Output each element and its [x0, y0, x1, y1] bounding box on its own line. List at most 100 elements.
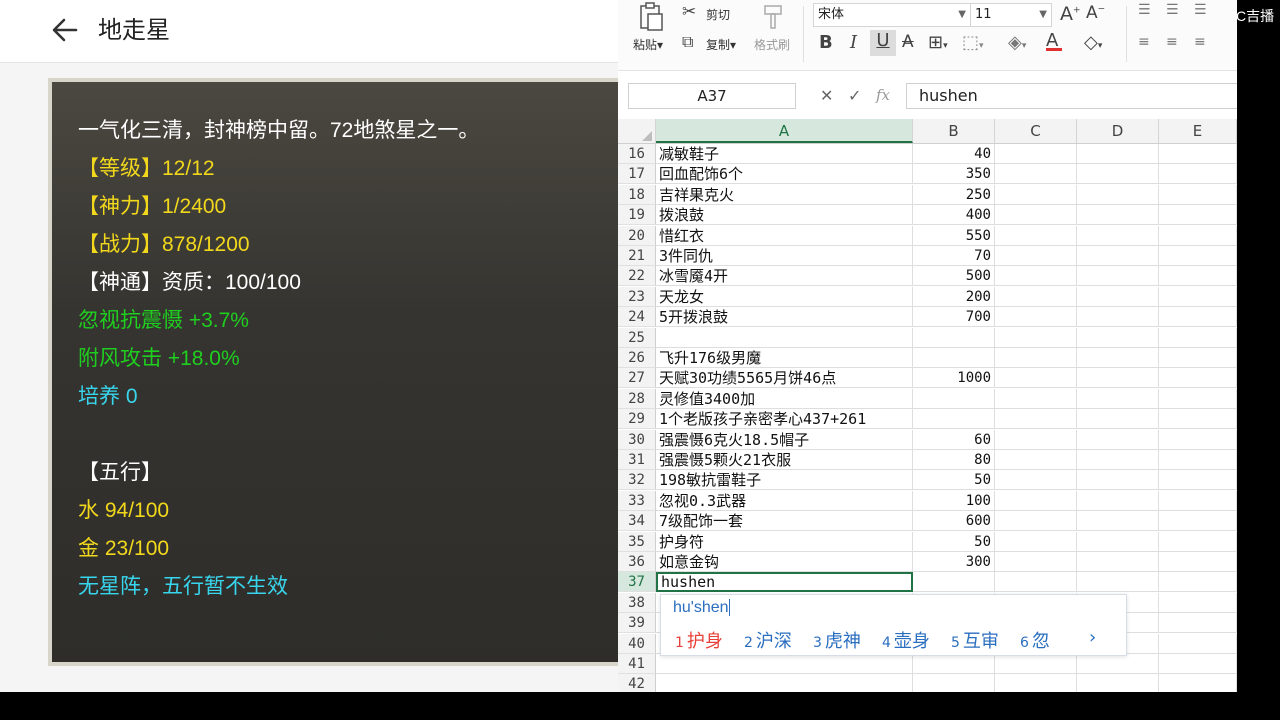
scissors-icon[interactable]: ✂ — [682, 2, 696, 22]
row-number[interactable]: 28 — [618, 388, 656, 409]
cell-e[interactable] — [1159, 246, 1237, 266]
cell-c[interactable] — [995, 348, 1077, 368]
copy-button[interactable]: 复制▾ — [706, 36, 736, 53]
cell-e[interactable] — [1159, 674, 1237, 692]
cell-d[interactable] — [1077, 450, 1159, 470]
cell-c[interactable] — [995, 490, 1077, 511]
column-header-e[interactable]: E — [1159, 119, 1237, 143]
formula-input[interactable]: hushen — [906, 83, 1237, 109]
row-number[interactable]: 16 — [618, 144, 656, 164]
confirm-icon[interactable]: ✓ — [848, 86, 861, 105]
cell-c[interactable] — [995, 286, 1077, 307]
row-number[interactable]: 36 — [618, 552, 656, 572]
cell-e[interactable] — [1159, 225, 1237, 246]
cell-d[interactable] — [1077, 307, 1159, 328]
row-number[interactable]: 25 — [618, 327, 656, 348]
cell-b[interactable] — [913, 388, 995, 409]
column-header-c[interactable]: C — [995, 119, 1077, 143]
cell-e[interactable] — [1159, 286, 1237, 307]
cell-e[interactable] — [1159, 327, 1237, 348]
cell-c[interactable] — [995, 164, 1077, 185]
ime-next-page-icon[interactable]: › — [1089, 627, 1096, 648]
cell-d[interactable] — [1077, 205, 1159, 226]
cell-d[interactable] — [1077, 225, 1159, 246]
ime-candidate[interactable]: 5 互审 — [951, 627, 999, 653]
cell-b[interactable]: 50 — [913, 470, 995, 491]
cell-c[interactable] — [995, 368, 1077, 389]
row-number[interactable]: 19 — [618, 205, 656, 226]
cell-b[interactable]: 500 — [913, 266, 995, 287]
cell-a[interactable]: 如意金钩 — [656, 552, 913, 572]
border-icon[interactable]: ⊞▾ — [928, 32, 948, 53]
cell-a[interactable]: 7级配饰一套 — [656, 511, 913, 532]
cell-e[interactable] — [1159, 654, 1237, 674]
ime-candidate[interactable]: 4 壶身 — [882, 627, 930, 653]
cell-e[interactable] — [1159, 144, 1237, 164]
cell-a[interactable] — [656, 674, 913, 692]
align-top-icon[interactable]: ☰ — [1138, 2, 1151, 18]
cell-e[interactable] — [1159, 409, 1237, 430]
cell-c[interactable] — [995, 429, 1077, 450]
cell-b[interactable]: 550 — [913, 225, 995, 246]
insert-function-icon[interactable]: fx — [876, 86, 890, 104]
cell-b[interactable]: 250 — [913, 184, 995, 205]
cell-e[interactable] — [1159, 470, 1237, 491]
italic-icon[interactable]: I — [850, 32, 857, 53]
row-number[interactable]: 34 — [618, 511, 656, 532]
name-box[interactable]: A37 — [628, 83, 796, 109]
cell-a[interactable]: 天赋30功绩5565月饼46点 — [656, 368, 913, 389]
cell-d[interactable] — [1077, 368, 1159, 389]
row-number[interactable]: 40 — [618, 633, 656, 654]
cell-c[interactable] — [995, 409, 1077, 430]
cell-a[interactable]: 强震慑5颗火21衣服 — [656, 450, 913, 470]
align-center-icon[interactable]: ≡ — [1166, 34, 1178, 50]
cell-a[interactable]: 惜红衣 — [656, 225, 913, 246]
cell-c[interactable] — [995, 552, 1077, 572]
row-number[interactable]: 21 — [618, 246, 656, 266]
cell-b[interactable]: 600 — [913, 511, 995, 532]
cell-a[interactable]: hushen — [656, 572, 913, 593]
cell-c[interactable] — [995, 327, 1077, 348]
cell-a[interactable]: 198敏抗雷鞋子 — [656, 470, 913, 491]
cell-b[interactable] — [913, 572, 995, 593]
font-name-dropdown[interactable]: 宋体 ▼ — [813, 3, 971, 27]
cell-c[interactable] — [995, 531, 1077, 552]
cell-c[interactable] — [995, 205, 1077, 226]
fill-effects-icon[interactable]: ⬚▾ — [962, 32, 984, 53]
row-number[interactable]: 23 — [618, 286, 656, 307]
row-number[interactable]: 22 — [618, 266, 656, 287]
row-number[interactable]: 17 — [618, 164, 656, 185]
align-middle-icon[interactable]: ☰ — [1166, 2, 1179, 18]
row-number[interactable]: 37 — [618, 572, 656, 593]
back-arrow-icon[interactable] — [50, 14, 82, 46]
cell-d[interactable] — [1077, 552, 1159, 572]
cell-b[interactable]: 60 — [913, 429, 995, 450]
row-number[interactable]: 41 — [618, 654, 656, 674]
row-number[interactable]: 38 — [618, 592, 656, 613]
cut-button[interactable]: 剪切 — [706, 6, 730, 23]
cell-a[interactable]: 护身符 — [656, 531, 913, 552]
cell-d[interactable] — [1077, 164, 1159, 185]
cell-e[interactable] — [1159, 368, 1237, 389]
cell-b[interactable] — [913, 409, 995, 430]
cell-c[interactable] — [995, 184, 1077, 205]
column-header-d[interactable]: D — [1077, 119, 1159, 143]
cell-b[interactable]: 70 — [913, 246, 995, 266]
cell-b[interactable] — [913, 327, 995, 348]
cell-b[interactable]: 700 — [913, 307, 995, 328]
format-painter-icon[interactable] — [762, 2, 784, 32]
row-number[interactable]: 39 — [618, 613, 656, 634]
cell-b[interactable]: 40 — [913, 144, 995, 164]
cell-b[interactable]: 80 — [913, 450, 995, 470]
row-number[interactable]: 20 — [618, 225, 656, 246]
cell-e[interactable] — [1159, 531, 1237, 552]
ime-candidate[interactable]: 1 护身 — [675, 627, 723, 653]
row-number[interactable]: 29 — [618, 409, 656, 430]
cell-c[interactable] — [995, 225, 1077, 246]
cell-e[interactable] — [1159, 490, 1237, 511]
cell-b[interactable]: 350 — [913, 164, 995, 185]
cell-b[interactable]: 100 — [913, 490, 995, 511]
row-number[interactable]: 35 — [618, 531, 656, 552]
cell-b[interactable]: 400 — [913, 205, 995, 226]
cell-e[interactable] — [1159, 205, 1237, 226]
